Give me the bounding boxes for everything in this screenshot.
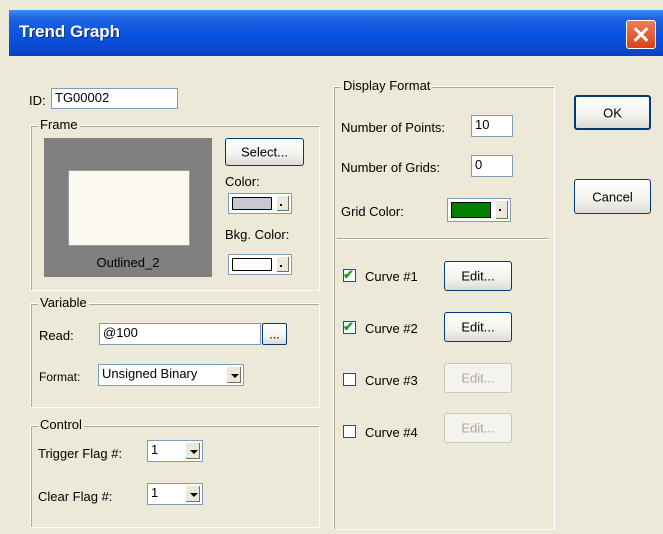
display-format-separator	[337, 238, 549, 240]
format-label: Format:	[39, 370, 81, 384]
cancel-button[interactable]: Cancel	[574, 179, 651, 214]
curve-4-label: Curve #4	[365, 425, 418, 440]
bkg-color-label: Bkg. Color:	[225, 227, 290, 242]
read-field[interactable]: @100	[99, 323, 261, 345]
curve-1-edit-label: Edit...	[461, 268, 495, 284]
grid-color-picker[interactable]	[447, 198, 511, 222]
ok-button[interactable]: OK	[574, 95, 651, 130]
display-format-group: Display Format	[333, 78, 555, 530]
frame-color-picker[interactable]	[228, 193, 292, 214]
bkg-color-swatch	[232, 258, 272, 271]
cancel-button-label: Cancel	[592, 189, 633, 204]
bkg-color-picker[interactable]	[228, 254, 292, 275]
grid-color-label: Grid Color:	[341, 204, 404, 219]
dropdown-arrow-icon	[226, 366, 242, 384]
curve-1-checkbox[interactable]: ✔	[343, 267, 356, 282]
curve-1-edit-button[interactable]: Edit...	[444, 261, 512, 291]
close-button[interactable]	[626, 20, 656, 49]
curve-3-checkbox[interactable]	[343, 373, 356, 386]
read-label: Read:	[39, 328, 74, 343]
curve-2-label: Curve #2	[365, 321, 418, 336]
id-field[interactable]: TG00002	[51, 88, 178, 109]
ok-button-label: OK	[603, 105, 622, 120]
curve-4-edit-button[interactable]: Edit...	[444, 413, 512, 443]
curve-3-label: Curve #3	[365, 373, 418, 388]
select-frame-button[interactable]: Select...	[225, 138, 304, 166]
format-value: Unsigned Binary	[102, 366, 198, 381]
window-title: Trend Graph	[19, 22, 121, 41]
variable-group-label: Variable	[38, 295, 89, 310]
clear-flag-value: 1	[151, 485, 159, 500]
number-of-grids-label: Number of Grids:	[341, 160, 440, 175]
frame-preview: Outlined_2	[44, 138, 212, 277]
curve-1-label: Curve #1	[365, 269, 418, 284]
checkmark-icon: ✔	[343, 267, 354, 282]
dropdown-arrow-icon	[276, 195, 290, 212]
frame-group-label: Frame	[38, 117, 80, 132]
dropdown-arrow-icon	[495, 200, 509, 220]
grid-color-swatch	[451, 202, 491, 218]
dropdown-arrow-icon	[185, 442, 201, 460]
trigger-flag-select[interactable]: 1	[147, 440, 203, 462]
clear-flag-select[interactable]: 1	[147, 483, 203, 505]
curve-2-edit-label: Edit...	[461, 319, 495, 335]
trigger-flag-label: Trigger Flag #:	[38, 446, 123, 461]
select-frame-button-label: Select...	[241, 144, 288, 160]
checkmark-icon: ✔	[343, 319, 354, 334]
dialog-body: ID: TG00002 Frame Outlined_2 Select... C…	[9, 56, 663, 534]
id-label: ID:	[29, 93, 46, 108]
frame-preview-name: Outlined_2	[96, 255, 160, 270]
curve-3-edit-label: Edit...	[461, 370, 495, 386]
dropdown-arrow-icon	[276, 256, 290, 273]
title-bar[interactable]: Trend Graph	[9, 10, 663, 56]
variable-group: Variable	[30, 295, 320, 408]
curve-2-checkbox[interactable]: ✔	[343, 319, 356, 334]
browse-label: ...	[269, 326, 280, 342]
curve-3-edit-button[interactable]: Edit...	[444, 363, 512, 393]
curve-4-checkbox[interactable]	[343, 425, 356, 438]
display-format-group-label: Display Format	[341, 78, 433, 93]
trigger-flag-value: 1	[151, 442, 159, 457]
curve-2-edit-button[interactable]: Edit...	[444, 312, 512, 342]
number-of-points-field[interactable]: 10	[471, 115, 513, 137]
frame-color-swatch	[232, 197, 272, 210]
clear-flag-label: Clear Flag #:	[38, 489, 113, 504]
format-select[interactable]: Unsigned Binary	[98, 364, 244, 386]
control-group-label: Control	[38, 417, 84, 432]
curve-4-edit-label: Edit...	[461, 420, 495, 436]
read-browse-button[interactable]: ...	[262, 323, 287, 345]
number-of-grids-field[interactable]: 0	[471, 155, 513, 177]
frame-preview-inner	[68, 170, 190, 246]
dropdown-arrow-icon	[185, 485, 201, 503]
number-of-points-label: Number of Points:	[341, 120, 446, 135]
trend-graph-dialog: Trend Graph ID: TG00002 Frame Outlined_2…	[9, 10, 663, 534]
frame-color-label: Color:	[225, 174, 260, 189]
